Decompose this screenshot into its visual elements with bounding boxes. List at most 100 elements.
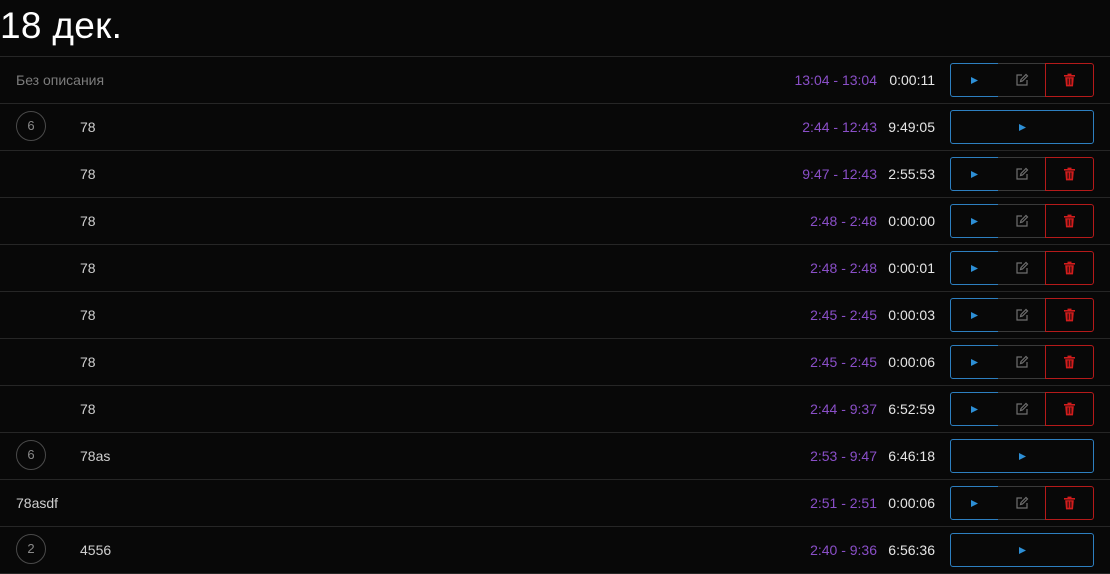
date-heading: 18 дек.: [0, 5, 123, 46]
delete-entry-button[interactable]: [1045, 486, 1094, 520]
entry-list: Без описания 13:04 - 13:04 0:00:11 6 78 2:44 …: [0, 57, 1110, 574]
delete-entry-button[interactable]: [1045, 157, 1094, 191]
entry-duration: 2:55:53: [888, 166, 935, 182]
play-icon: [970, 499, 979, 508]
entry-description[interactable]: 78: [80, 386, 96, 432]
delete-entry-button[interactable]: [1045, 345, 1094, 379]
entry-description[interactable]: 78: [80, 245, 96, 291]
continue-entry-button[interactable]: [950, 157, 999, 191]
entry-row: 78 9:47 - 12:43 2:55:53: [0, 151, 1110, 198]
entry-duration: 6:56:36: [888, 542, 935, 558]
entry-time-range: 2:51 - 2:51: [810, 495, 877, 511]
entry-row: 78 2:48 - 2:48 0:00:00: [0, 198, 1110, 245]
entry-description[interactable]: 78as: [80, 433, 110, 479]
delete-entry-button[interactable]: [1045, 392, 1094, 426]
edit-entry-button[interactable]: [998, 345, 1046, 379]
continue-entry-button[interactable]: [950, 345, 999, 379]
entry-time-range: 2:48 - 2:48: [810, 213, 877, 229]
entry-description[interactable]: Без описания: [16, 57, 104, 103]
entry-row: 78asdf 2:51 - 2:51 0:00:06: [0, 480, 1110, 527]
group-count-badge[interactable]: 6: [16, 440, 46, 470]
continue-entry-button[interactable]: [950, 251, 999, 285]
entry-description[interactable]: 78: [80, 198, 96, 244]
play-icon: [970, 170, 979, 179]
continue-entry-button[interactable]: [950, 486, 999, 520]
play-icon: [970, 217, 979, 226]
edit-icon: [1015, 355, 1029, 369]
entry-row: 78 2:45 - 2:45 0:00:03: [0, 292, 1110, 339]
edit-entry-button[interactable]: [998, 63, 1046, 97]
edit-entry-button[interactable]: [998, 392, 1046, 426]
entry-time-range: 2:53 - 9:47: [810, 448, 877, 464]
edit-icon: [1015, 167, 1029, 181]
delete-entry-button[interactable]: [1045, 63, 1094, 97]
play-icon: [970, 405, 979, 414]
delete-entry-button[interactable]: [1045, 251, 1094, 285]
trash-icon: [1063, 261, 1076, 275]
entry-duration: 6:52:59: [888, 401, 935, 417]
entry-duration: 0:00:06: [888, 495, 935, 511]
group-count-badge[interactable]: 6: [16, 111, 46, 141]
play-icon: [1018, 546, 1027, 555]
trash-icon: [1063, 214, 1076, 228]
entry-row: 78 2:48 - 2:48 0:00:01: [0, 245, 1110, 292]
play-icon: [1018, 452, 1027, 461]
edit-entry-button[interactable]: [998, 157, 1046, 191]
continue-entry-button[interactable]: [950, 204, 999, 238]
entry-description[interactable]: 78: [80, 292, 96, 338]
play-icon: [970, 311, 979, 320]
edit-entry-button[interactable]: [998, 298, 1046, 332]
play-icon: [970, 358, 979, 367]
continue-group-button[interactable]: [950, 439, 1094, 473]
trash-icon: [1063, 402, 1076, 416]
delete-entry-button[interactable]: [1045, 298, 1094, 332]
edit-icon: [1015, 73, 1029, 87]
entry-description[interactable]: 78: [80, 151, 96, 197]
trash-icon: [1063, 73, 1076, 87]
group-count-badge[interactable]: 2: [16, 534, 46, 564]
entry-description[interactable]: 78: [80, 104, 96, 150]
trash-icon: [1063, 167, 1076, 181]
play-icon: [970, 76, 979, 85]
entry-time-range: 2:45 - 2:45: [810, 354, 877, 370]
edit-icon: [1015, 261, 1029, 275]
entry-duration: 0:00:00: [888, 213, 935, 229]
edit-icon: [1015, 214, 1029, 228]
edit-icon: [1015, 402, 1029, 416]
time-entries-page: 18 дек. Без описания 13:04 - 13:04 0:00:11…: [0, 0, 1110, 574]
entry-group-row: 6 78 2:44 - 12:43 9:49:05: [0, 104, 1110, 151]
entry-description[interactable]: 4556: [80, 527, 111, 573]
entry-duration: 0:00:06: [888, 354, 935, 370]
delete-entry-button[interactable]: [1045, 204, 1094, 238]
entry-description[interactable]: 78asdf: [16, 480, 58, 526]
edit-entry-button[interactable]: [998, 486, 1046, 520]
trash-icon: [1063, 308, 1076, 322]
entry-group-row: 6 78as 2:53 - 9:47 6:46:18: [0, 433, 1110, 480]
play-icon: [1018, 123, 1027, 132]
entry-description[interactable]: 78: [80, 339, 96, 385]
trash-icon: [1063, 496, 1076, 510]
entry-time-range: 2:44 - 12:43: [802, 119, 877, 135]
edit-icon: [1015, 308, 1029, 322]
continue-entry-button[interactable]: [950, 298, 999, 332]
edit-icon: [1015, 496, 1029, 510]
continue-entry-button[interactable]: [950, 392, 999, 426]
edit-entry-button[interactable]: [998, 251, 1046, 285]
continue-group-button[interactable]: [950, 110, 1094, 144]
entry-row: Без описания 13:04 - 13:04 0:00:11: [0, 57, 1110, 104]
play-icon: [970, 264, 979, 273]
entry-duration: 9:49:05: [888, 119, 935, 135]
entry-time-range: 2:40 - 9:36: [810, 542, 877, 558]
entry-time-range: 13:04 - 13:04: [794, 72, 877, 88]
entry-time-range: 2:48 - 2:48: [810, 260, 877, 276]
entry-duration: 0:00:11: [889, 72, 935, 88]
continue-group-button[interactable]: [950, 533, 1094, 567]
entry-group-row: 2 4556 2:40 - 9:36 6:56:36: [0, 527, 1110, 574]
edit-entry-button[interactable]: [998, 204, 1046, 238]
entry-duration: 0:00:01: [888, 260, 935, 276]
entry-time-range: 2:45 - 2:45: [810, 307, 877, 323]
continue-entry-button[interactable]: [950, 63, 999, 97]
entry-row: 78 2:45 - 2:45 0:00:06: [0, 339, 1110, 386]
trash-icon: [1063, 355, 1076, 369]
entry-duration: 0:00:03: [888, 307, 935, 323]
